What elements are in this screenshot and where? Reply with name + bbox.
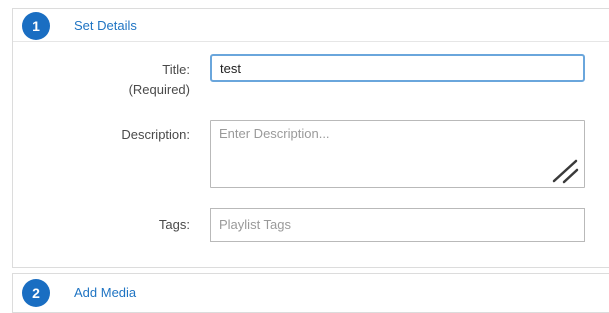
step-number-badge: 1 [22, 12, 50, 40]
title-label: Title: [162, 62, 190, 77]
add-media-panel: 2 Add Media [12, 273, 609, 313]
step-2-header[interactable]: 2 Add Media [13, 274, 609, 307]
resize-handle-icon[interactable] [550, 158, 580, 184]
tags-label: Tags: [158, 217, 190, 232]
step-number-badge: 2 [22, 279, 50, 307]
tags-label-group: Tags: [13, 215, 190, 235]
tags-input[interactable]: Playlist Tags [210, 208, 585, 242]
description-textarea[interactable]: Enter Description... [210, 120, 585, 188]
title-required-label: (Required) [128, 82, 190, 97]
step-title-set-details[interactable]: Set Details [74, 18, 137, 33]
step-1-header[interactable]: 1 Set Details [13, 9, 609, 42]
description-label: Description: [121, 127, 190, 142]
step-title-add-media[interactable]: Add Media [74, 285, 136, 300]
title-label-group: Title: (Required) [13, 60, 190, 100]
title-input[interactable] [210, 54, 585, 82]
set-details-panel: 1 Set Details Title: (Required) Descript… [12, 8, 609, 268]
description-label-group: Description: [13, 125, 190, 145]
